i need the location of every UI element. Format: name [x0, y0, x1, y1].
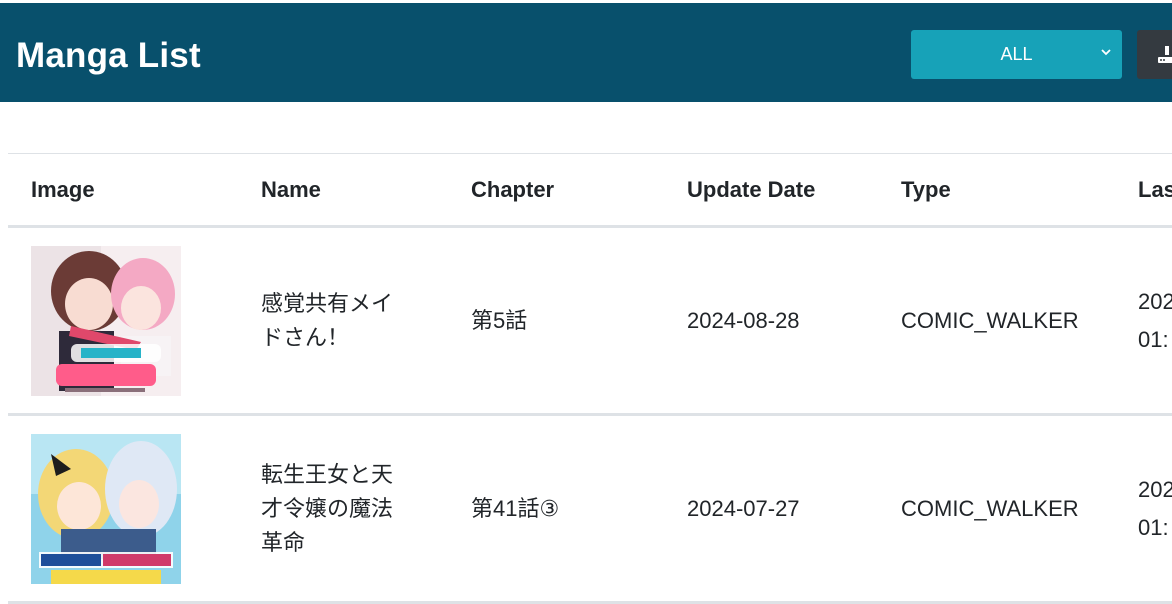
image-cell: [8, 226, 238, 416]
manga-table: Image Name Chapter Update Date Type Las: [8, 153, 1172, 604]
column-header-last: Las: [1115, 153, 1172, 228]
table-row[interactable]: 感覚共有メイドさん！ 第5話 2024-08-28 COMIC_WALKER 2…: [8, 226, 1172, 416]
type-cell: COMIC_WALKER: [878, 414, 1115, 604]
toolbar-button[interactable]: [1137, 30, 1172, 79]
manga-cover-image[interactable]: [31, 245, 181, 396]
chapter-cell: 第5話: [448, 226, 664, 416]
name-cell: 感覚共有メイドさん！: [238, 226, 448, 416]
column-header-type: Type: [878, 153, 1115, 228]
type-cell: COMIC_WALKER: [878, 226, 1115, 416]
filter-selected-value: ALL: [1000, 44, 1033, 64]
column-header-image: Image: [8, 153, 238, 228]
column-header-name: Name: [238, 153, 448, 228]
update-date-cell: 2024-07-27: [664, 414, 878, 604]
last-cell-line2: 01:: [1138, 326, 1169, 352]
name-cell: 転生王女と天才令嬢の魔法革命: [238, 414, 448, 604]
download-icon: [1158, 46, 1172, 63]
manga-cover-image[interactable]: [31, 433, 181, 584]
table-row[interactable]: 転生王女と天才令嬢の魔法革命 第41話③ 2024-07-27 COMIC_WA…: [8, 414, 1172, 604]
manga-table-container: Image Name Chapter Update Date Type Las: [8, 153, 1172, 604]
column-header-chapter: Chapter: [448, 153, 664, 228]
chevron-down-icon: [1101, 49, 1111, 56]
image-cell: [8, 414, 238, 604]
header-bar: Manga List ALL: [0, 3, 1172, 102]
last-cell-line1: 202: [1138, 288, 1172, 314]
last-cell: 202 01:: [1115, 226, 1172, 416]
last-cell-line2: 01:: [1138, 514, 1169, 540]
chapter-cell: 第41話③: [448, 414, 664, 604]
table-header-row: Image Name Chapter Update Date Type Las: [8, 153, 1172, 228]
update-date-cell: 2024-08-28: [664, 226, 878, 416]
last-cell-line1: 202: [1138, 476, 1172, 502]
type-filter-select[interactable]: ALL: [911, 30, 1122, 79]
page-title: Manga List: [16, 36, 201, 75]
column-header-update-date: Update Date: [664, 153, 878, 228]
last-cell: 202 01:: [1115, 414, 1172, 604]
